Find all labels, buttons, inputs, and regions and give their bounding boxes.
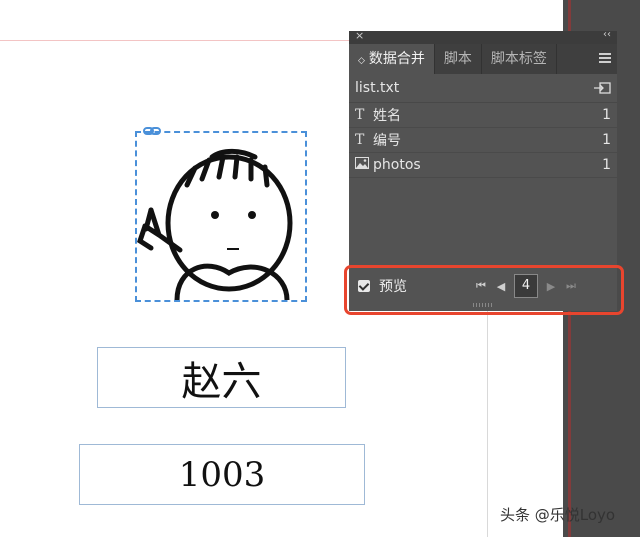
photo-frame[interactable] — [135, 131, 307, 303]
chevron-updown-icon: ◇ — [358, 56, 365, 66]
text-field-icon: T — [355, 132, 365, 148]
tab-script-label[interactable]: 脚本标签 — [482, 44, 557, 74]
tab-label: 脚本标签 — [490, 51, 547, 67]
data-source-name: list.txt — [355, 80, 400, 96]
collapse-icon[interactable]: ‹‹ — [603, 29, 611, 40]
field-count: 1 — [602, 107, 611, 123]
text-field-icon: T — [355, 107, 365, 123]
name-text-frame[interactable]: 赵六 — [97, 347, 346, 408]
number-text-frame[interactable]: 1003 — [79, 444, 365, 505]
watermark: 头条 @乐悦Loyo — [500, 506, 616, 524]
link-icon[interactable] — [143, 126, 161, 136]
annotation-highlight — [344, 265, 624, 315]
field-name: photos — [373, 157, 421, 173]
margin-guide — [0, 40, 350, 41]
field-name: 编号 — [373, 133, 401, 149]
cartoon-image — [137, 148, 293, 303]
panel-menu-icon[interactable] — [599, 53, 611, 65]
name-text: 赵六 — [181, 358, 262, 405]
image-field-icon — [355, 157, 373, 173]
panel-titlebar: × ‹‹ — [349, 29, 617, 44]
panel-tabs: ◇ 数据合并 脚本 脚本标签 — [349, 44, 617, 74]
tab-label: 数据合并 — [368, 51, 425, 67]
field-row[interactable]: photos 1 — [349, 153, 617, 178]
number-text: 1003 — [178, 454, 266, 495]
select-data-source-icon[interactable] — [593, 82, 611, 94]
field-count: 1 — [602, 132, 611, 148]
field-name: 姓名 — [373, 108, 401, 124]
column-guide — [487, 300, 488, 537]
tab-data-merge[interactable]: ◇ 数据合并 — [349, 44, 435, 74]
tab-script[interactable]: 脚本 — [435, 44, 482, 74]
field-row[interactable]: T 编号 1 — [349, 128, 617, 153]
field-count: 1 — [602, 157, 611, 173]
tab-label: 脚本 — [443, 51, 472, 67]
data-source-row[interactable]: list.txt — [349, 74, 617, 103]
close-icon[interactable]: × — [355, 29, 364, 42]
field-row[interactable]: T 姓名 1 — [349, 103, 617, 128]
